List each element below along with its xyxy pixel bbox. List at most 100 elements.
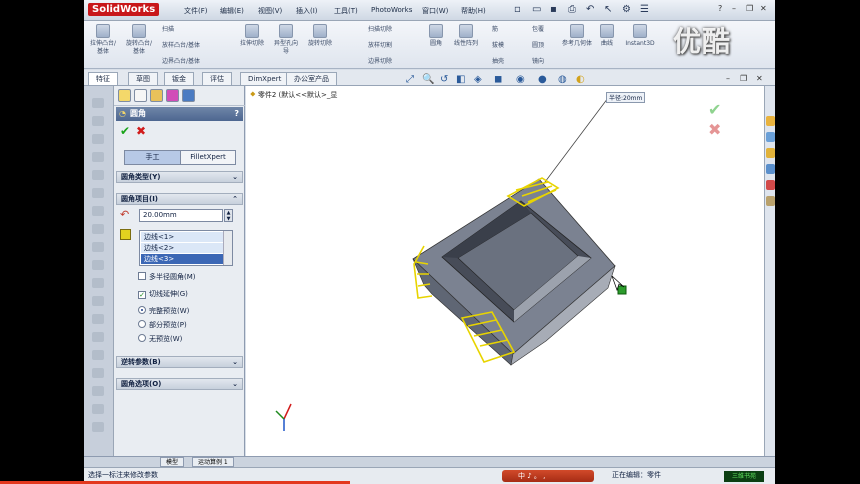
hide-show-icon[interactable]: ◉ (516, 74, 525, 85)
radio[interactable] (138, 320, 146, 328)
radius-spinner[interactable]: ▲ ▼ (224, 209, 233, 222)
dome-button[interactable]: 圆顶 (532, 40, 544, 49)
setback-parameters-group[interactable]: 逆转参数(B) ⌄ (116, 356, 243, 368)
design-library-icon[interactable] (766, 132, 775, 142)
viewport-close-icon[interactable]: ✕ (756, 74, 763, 83)
menu-window[interactable]: 窗口(W) (422, 6, 448, 16)
help-icon[interactable]: ? (718, 4, 722, 13)
partial-preview-radio[interactable]: 部分预览(P) (138, 320, 187, 330)
menu-help[interactable]: 帮助(H) (461, 6, 486, 16)
restore-button[interactable]: ❐ (746, 4, 753, 13)
fillet-button[interactable]: 圆角 (424, 24, 448, 48)
edges-listbox[interactable]: 边线<1> 边线<2> 边线<3> (139, 230, 233, 266)
listbox-scrollbar[interactable] (223, 231, 232, 265)
linear-pattern-button[interactable]: 线性阵列 (452, 24, 480, 48)
boundary-boss-button[interactable]: 边界凸台/基体 (162, 56, 200, 65)
full-preview-radio[interactable]: 完整预览(W) (138, 306, 189, 316)
tab-features[interactable]: 特征 (88, 72, 118, 85)
checkbox[interactable] (138, 272, 146, 280)
manual-mode-button[interactable]: 手工 (124, 150, 181, 165)
instant3d-button[interactable]: Instant3D (622, 24, 658, 48)
open-folder-icon[interactable]: ▭ (532, 4, 541, 15)
previous-view-icon[interactable]: ↺ (440, 74, 448, 85)
scene-icon[interactable]: ◍ (558, 74, 567, 85)
viewport-minimize-icon[interactable]: – (726, 74, 730, 83)
checkbox-checked[interactable]: ✓ (138, 291, 146, 299)
list-item[interactable]: 边线<1> (141, 232, 231, 242)
no-preview-radio[interactable]: 无预览(W) (138, 334, 182, 344)
tab-office-products[interactable]: 办公室产品 (286, 72, 337, 85)
confirm-cancel-icon[interactable]: ✖ (708, 120, 721, 139)
shell-button[interactable]: 抽壳 (492, 56, 504, 65)
fillet-type-group[interactable]: 圆角类型(Y) ⌄ (116, 171, 243, 183)
select-icon[interactable]: ↖ (604, 4, 612, 15)
view-settings-icon[interactable]: ◐ (576, 74, 585, 85)
resources-icon[interactable] (766, 116, 775, 126)
appearances-icon[interactable] (766, 180, 775, 190)
help-button[interactable]: ? (234, 107, 239, 121)
dimxpert-manager-icon[interactable] (166, 89, 179, 102)
new-document-icon[interactable]: ▫ (514, 4, 521, 15)
rebuild-icon[interactable]: ⚙ (622, 4, 631, 15)
radio[interactable] (138, 334, 146, 342)
loft-boss-button[interactable]: 放样凸台/基体 (162, 40, 200, 49)
filletxpert-mode-button[interactable]: FilletXpert (180, 150, 236, 165)
extrude-boss-button[interactable]: 拉伸凸台/基体 (88, 24, 118, 56)
hole-wizard-button[interactable]: 异型孔向导 (272, 24, 300, 56)
tab-motion-study[interactable]: 运动算例 1 (192, 457, 234, 467)
property-manager-icon[interactable] (134, 89, 147, 102)
edit-appearance-icon[interactable]: ● (538, 74, 547, 85)
menu-photoworks[interactable]: PhotoWorks (371, 6, 412, 14)
tab-dimxpert[interactable]: DimXpert (240, 72, 290, 85)
revolve-cut-button[interactable]: 旋转切除 (306, 24, 334, 48)
zoom-area-icon[interactable]: 🔍 (422, 74, 434, 85)
list-item[interactable]: 边线<2> (141, 243, 231, 253)
part-model[interactable]: ✔ ✖ (246, 86, 764, 456)
options-icon[interactable]: ☰ (640, 4, 649, 15)
sweep-button[interactable]: 扫描 (162, 24, 174, 33)
menu-edit[interactable]: 编辑(E) (220, 6, 244, 16)
radio-selected[interactable] (138, 306, 146, 314)
tab-sketch[interactable]: 草图 (128, 72, 158, 85)
custom-properties-icon[interactable] (766, 196, 775, 206)
cancel-x-icon[interactable]: ✖ (136, 124, 146, 138)
extrude-cut-button[interactable]: 拉伸切除 (238, 24, 266, 48)
print-icon[interactable]: ⎙ (568, 4, 576, 15)
radius-callout[interactable]: 半径:20mm (606, 92, 646, 103)
menu-insert[interactable]: 插入(I) (296, 6, 318, 16)
menu-view[interactable]: 视图(V) (258, 6, 282, 16)
selection-handle[interactable] (617, 285, 627, 295)
tab-model[interactable]: 模型 (160, 457, 185, 467)
configuration-manager-icon[interactable] (150, 89, 163, 102)
ime-toolbar[interactable]: 中 ♪ 。 , (502, 470, 594, 482)
save-icon[interactable]: ▪ (550, 4, 557, 15)
loft-cut-button[interactable]: 放样切割 (368, 40, 392, 49)
graphics-area[interactable]: ⯁ 零件2 (默认<<默认>_显 半径:20mm ✔ ✖ (246, 86, 764, 456)
file-explorer-icon[interactable] (766, 148, 775, 158)
viewport-restore-icon[interactable]: ❐ (740, 74, 747, 83)
boundary-cut-button[interactable]: 边界切除 (368, 56, 392, 65)
undo-icon[interactable]: ↶ (586, 4, 594, 15)
radius-input[interactable]: 20.00mm (139, 209, 223, 222)
menu-tools[interactable]: 工具(T) (334, 6, 358, 16)
fillet-options-group[interactable]: 圆角选项(O) ⌄ (116, 378, 243, 390)
list-item[interactable]: 边线<3> (141, 254, 231, 264)
sweep-cut-button[interactable]: 扫描切除 (368, 24, 392, 33)
section-view-icon[interactable]: ◧ (456, 74, 465, 85)
close-button[interactable]: ✕ (760, 4, 767, 13)
search-icon[interactable] (766, 164, 775, 174)
rib-button[interactable]: 筋 (492, 24, 498, 33)
zoom-to-fit-icon[interactable]: ⤢ (406, 74, 414, 85)
revolve-boss-button[interactable]: 旋转凸台/基体 (124, 24, 154, 56)
fillet-items-group[interactable]: 圆角项目(I) ⌃ (116, 193, 243, 205)
feature-manager-icon[interactable] (118, 89, 131, 102)
mirror-button[interactable]: 镜向 (532, 56, 544, 65)
tab-evaluate[interactable]: 评估 (202, 72, 232, 85)
display-style-icon[interactable]: ◼ (494, 74, 502, 85)
view-orientation-icon[interactable]: ◈ (474, 74, 482, 85)
wrap-button[interactable]: 包覆 (532, 24, 544, 33)
display-manager-icon[interactable] (182, 89, 195, 102)
ok-check-icon[interactable]: ✔ (120, 124, 130, 138)
minimize-button[interactable]: – (732, 4, 736, 13)
menu-file[interactable]: 文件(F) (184, 6, 208, 16)
